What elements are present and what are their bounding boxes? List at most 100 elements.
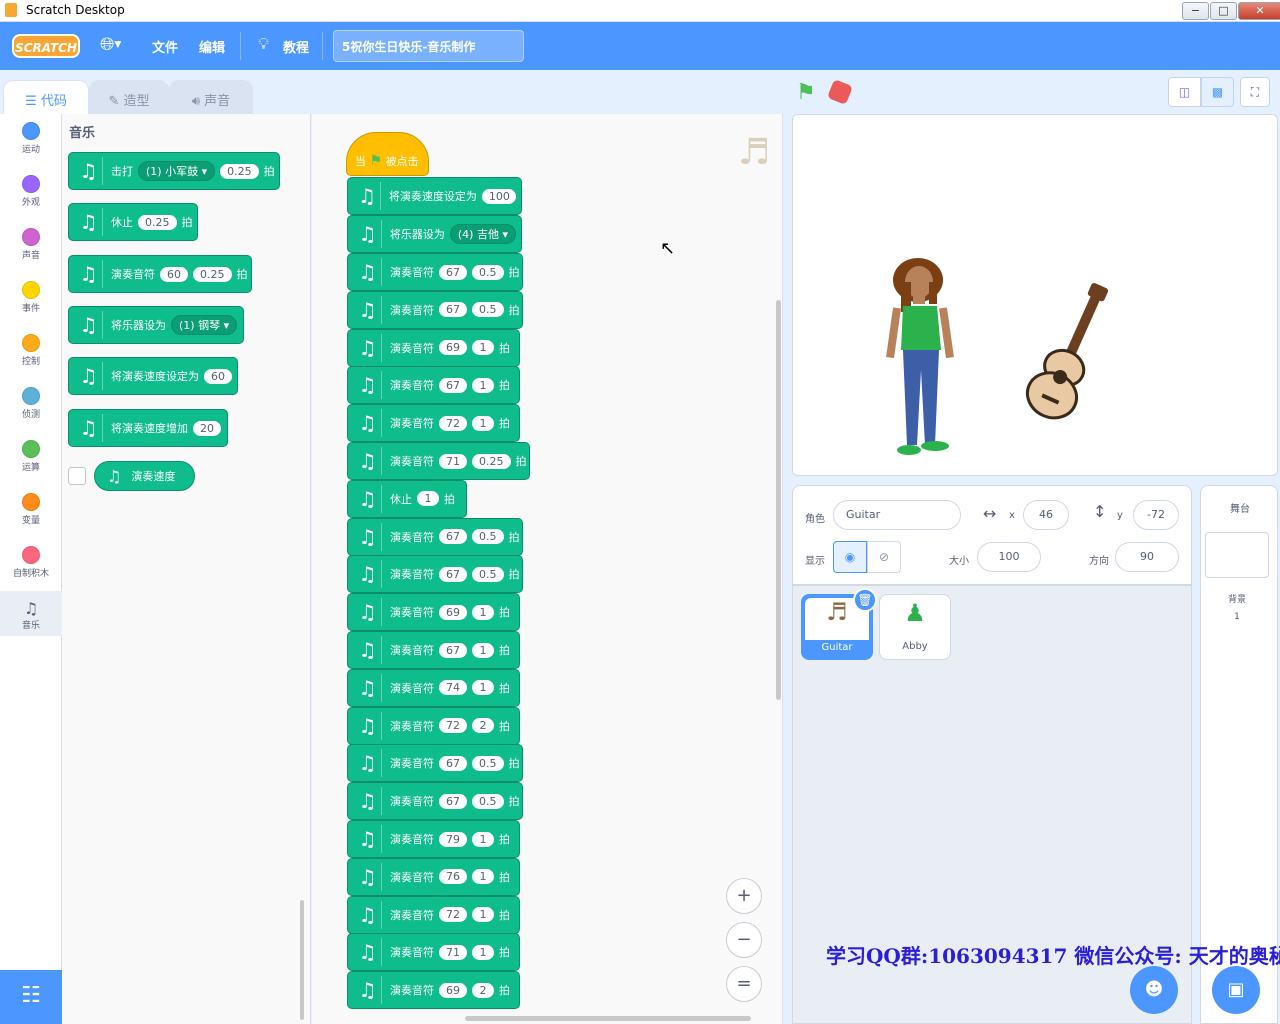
script-vertical-scrollbar[interactable] xyxy=(776,300,781,700)
category-7[interactable]: 变量 xyxy=(0,493,62,538)
show-sprite-button[interactable]: ◉ xyxy=(833,541,867,573)
beats-input[interactable]: 1 xyxy=(472,907,494,923)
beats-input[interactable]: 1 xyxy=(472,604,494,620)
large-stage-button[interactable]: ▩ xyxy=(1201,77,1234,107)
beats-input[interactable]: 2 xyxy=(472,982,494,998)
sprite-thumb-abby[interactable]: ♟ Abby xyxy=(879,594,951,660)
palette-instrument-block[interactable]: ♫ 将乐器设为 (1) 钢琴 ▾ xyxy=(68,306,244,344)
small-stage-button[interactable]: ◫ xyxy=(1168,77,1201,107)
close-button[interactable]: ✕ xyxy=(1238,2,1280,20)
tab-sounds[interactable]: 🔊︎ 声音 xyxy=(169,80,253,115)
note-input[interactable]: 69 xyxy=(439,340,467,356)
beats-input[interactable]: 0.25 xyxy=(138,214,177,230)
note-input[interactable]: 74 xyxy=(439,680,467,696)
tempo-change-input[interactable]: 20 xyxy=(193,420,221,436)
note-input[interactable]: 71 xyxy=(439,944,467,960)
beats-input[interactable]: 0.5 xyxy=(472,529,504,545)
scratch-logo[interactable]: SCRATCH xyxy=(12,34,80,58)
note-input[interactable]: 72 xyxy=(439,718,467,734)
palette-tempo-reporter[interactable]: ♫ 演奏速度 xyxy=(94,461,195,491)
project-title-input[interactable]: 5祝你生日快乐-音乐制作 xyxy=(333,30,524,62)
category-3[interactable]: 事件 xyxy=(0,281,62,326)
beats-input[interactable]: 1 xyxy=(472,944,494,960)
stage-canvas[interactable] xyxy=(792,114,1278,476)
beats-input[interactable]: 0.25 xyxy=(472,453,511,469)
play-note-block[interactable]: ♫ 演奏音符 67 0.5 拍 xyxy=(347,744,523,783)
zoom-in-button[interactable]: + xyxy=(726,878,762,914)
beats-input[interactable]: 0.5 xyxy=(472,566,504,582)
note-input[interactable]: 67 xyxy=(439,529,467,545)
note-input[interactable]: 67 xyxy=(439,642,467,658)
beats-input[interactable]: 1 xyxy=(472,869,494,885)
beats-input[interactable]: 2 xyxy=(472,718,494,734)
beats-input[interactable]: 0.5 xyxy=(472,302,504,318)
play-note-block[interactable]: ♫ 演奏音符 67 0.5 拍 xyxy=(347,253,523,291)
play-note-block[interactable]: ♫ 演奏音符 67 0.5 拍 xyxy=(347,517,523,556)
palette-change-tempo-block[interactable]: ♫ 将演奏速度增加 20 xyxy=(68,409,228,447)
beats-input[interactable]: 0.5 xyxy=(472,793,504,809)
category-6[interactable]: 运算 xyxy=(0,440,62,485)
category-5[interactable]: 侦测 xyxy=(0,387,62,432)
script-horizontal-scrollbar[interactable] xyxy=(465,1016,751,1021)
play-note-block[interactable]: ♫ 演奏音符 69 2 拍 xyxy=(347,971,520,1010)
note-input[interactable]: 67 xyxy=(439,302,467,318)
note-input[interactable]: 67 xyxy=(439,566,467,582)
sprite-name-input[interactable]: Guitar xyxy=(833,500,961,530)
guitar-sprite[interactable] xyxy=(1020,276,1123,426)
note-input[interactable]: 69 xyxy=(439,982,467,998)
rest-block[interactable]: ♫ 休止 1 拍 xyxy=(347,479,467,518)
note-input[interactable]: 67 xyxy=(439,793,467,809)
play-note-block[interactable]: ♫ 演奏音符 67 0.5 拍 xyxy=(347,555,523,594)
zoom-reset-button[interactable]: = xyxy=(726,966,762,1002)
play-note-block[interactable]: ♫ 演奏音符 74 1 拍 xyxy=(347,668,520,707)
instrument-dropdown[interactable]: (1) 钢琴 ▾ xyxy=(171,315,238,335)
tempo-monitor-checkbox[interactable] xyxy=(68,467,86,485)
set-instrument-block[interactable]: ♫ 将乐器设为 (4) 吉他 ▾ xyxy=(347,215,522,253)
category-0[interactable]: 运动 xyxy=(0,122,62,167)
beats-input[interactable]: 1 xyxy=(472,680,494,696)
delete-sprite-button[interactable]: 🗑︎ xyxy=(853,588,877,612)
note-input[interactable]: 79 xyxy=(439,831,467,847)
note-input[interactable]: 72 xyxy=(439,415,467,431)
beats-input[interactable]: 1 xyxy=(472,831,494,847)
play-note-block[interactable]: ♫ 演奏音符 72 2 拍 xyxy=(347,706,520,745)
palette-scrollbar[interactable] xyxy=(300,900,304,1020)
play-note-block[interactable]: ♫ 演奏音符 76 1 拍 xyxy=(347,857,520,896)
choose-sprite-button[interactable]: ☻ xyxy=(1130,966,1178,1014)
note-input[interactable]: 67 xyxy=(439,264,467,280)
play-note-block[interactable]: ♫ 演奏音符 71 1 拍 xyxy=(347,933,520,972)
beats-input[interactable]: 1 xyxy=(472,642,494,658)
hide-sprite-button[interactable]: ⊘ xyxy=(867,541,901,573)
note-input[interactable]: 71 xyxy=(439,453,467,469)
green-flag-button[interactable]: ⚑ xyxy=(796,80,816,105)
x-input[interactable]: 46 xyxy=(1023,500,1069,530)
edit-menu[interactable]: 编辑 xyxy=(199,37,225,56)
beats-input[interactable]: 1 xyxy=(472,415,494,431)
play-note-block[interactable]: ♫ 演奏音符 67 0.5 拍 xyxy=(347,290,523,329)
beats-input[interactable]: 0.25 xyxy=(220,163,259,179)
category-1[interactable]: 外观 xyxy=(0,175,62,220)
tab-costumes[interactable]: ✎ 造型 xyxy=(89,80,169,115)
play-note-block[interactable]: ♫ 演奏音符 71 0.25 拍 xyxy=(347,442,530,480)
tutorials-menu[interactable]: 教程 xyxy=(283,37,309,56)
note-input[interactable]: 69 xyxy=(439,604,467,620)
play-note-block[interactable]: ♫ 演奏音符 67 0.5 拍 xyxy=(347,782,523,821)
file-menu[interactable]: 文件 xyxy=(152,37,178,56)
tempo-input[interactable]: 60 xyxy=(204,368,232,384)
note-input[interactable]: 60 xyxy=(160,266,188,282)
note-input[interactable]: 76 xyxy=(439,869,467,885)
direction-input[interactable]: 90 xyxy=(1115,542,1179,572)
note-input[interactable]: 67 xyxy=(439,377,467,393)
drum-dropdown[interactable]: (1) 小军鼓 ▾ xyxy=(138,161,216,181)
tempo-input[interactable]: 100 xyxy=(481,188,516,204)
beats-input[interactable]: 0.25 xyxy=(193,266,232,282)
beats-input[interactable]: 0.5 xyxy=(472,264,504,280)
add-extension-button[interactable]: ☷ xyxy=(0,970,62,1024)
maximize-button[interactable]: □ xyxy=(1210,2,1237,20)
note-input[interactable]: 67 xyxy=(439,755,467,771)
choose-backdrop-button[interactable]: ▣ xyxy=(1212,966,1260,1014)
play-note-block[interactable]: ♫ 演奏音符 69 1 拍 xyxy=(347,328,520,367)
language-button[interactable]: 🌐︎▼ xyxy=(100,34,136,58)
fullscreen-button[interactable]: ⛶ xyxy=(1240,77,1270,107)
play-note-block[interactable]: ♫ 演奏音符 67 1 拍 xyxy=(347,366,520,405)
